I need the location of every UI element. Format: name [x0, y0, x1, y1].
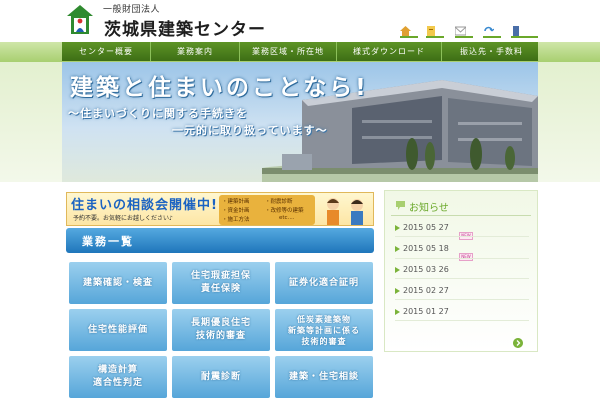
banner-topic: ・建築計画 — [222, 199, 250, 205]
org-type-label: 一般財団法人 — [103, 5, 161, 15]
consultation-banner[interactable]: 住まいの相談会開催中! 予約不要。お気軽にお越しください♪ ・建築計画 ・耐震診… — [66, 192, 374, 226]
news-date: 2015 02 27 — [403, 286, 449, 295]
banner-topic: ・資金計画 — [222, 208, 250, 214]
document-underline — [511, 36, 538, 38]
sitemap-icon[interactable] — [483, 26, 494, 36]
service-long-life-housing[interactable]: 長期優良住宅 技術的審査 — [172, 309, 270, 351]
info-underline — [426, 36, 444, 38]
hero-image: 建築と住まいのことなら! ～住まいづくりに関する手続きを 一元的に取り扱っていま… — [62, 62, 538, 182]
service-housing-performance[interactable]: 住宅性能評価 — [69, 309, 167, 351]
news-item[interactable]: 2015 02 27 — [395, 286, 449, 295]
hero-tagline-1: ～住まいづくりに関する手続きを — [68, 107, 248, 120]
nav-item-form-download[interactable]: 様式ダウンロード — [337, 42, 442, 61]
service-building-confirmation[interactable]: 建築確認・検査 — [69, 262, 167, 304]
hero-tagline-2: 一元的に取り扱っています～ — [172, 124, 328, 137]
nav-item-services[interactable]: 業務案内 — [151, 42, 240, 61]
news-separator — [395, 299, 529, 300]
service-structural-calculation[interactable]: 構造計算 適合性判定 — [69, 356, 167, 398]
bullet-icon — [395, 224, 400, 231]
news-separator — [395, 278, 529, 279]
hero-headline: 建築と住まいのことなら! — [70, 75, 369, 101]
org-name[interactable]: 茨城県建築センター — [104, 15, 266, 40]
bullet-icon — [395, 266, 400, 273]
news-item[interactable]: 2015 03 26 — [395, 265, 449, 274]
main-nav: センター概要 業務案内 業務区域・所在地 様式ダウンロード 振込先・手数料 — [62, 42, 538, 61]
nav-item-payment-fees[interactable]: 振込先・手数料 — [442, 42, 541, 61]
news-separator — [395, 236, 529, 237]
news-divider — [391, 215, 531, 216]
consultants-illustration — [327, 198, 363, 225]
banner-topic: etc.... — [279, 215, 295, 221]
news-date: 2015 01 27 — [403, 307, 449, 316]
banner-subtitle: 予約不要。お気軽にお越しください♪ — [73, 215, 173, 222]
banner-topic: ・耐震診断 — [265, 199, 293, 205]
news-title: お知らせ — [409, 203, 449, 214]
home-underline — [400, 36, 418, 38]
banner-topic: ・施工方法 — [222, 217, 250, 223]
hero-side-right — [538, 62, 600, 182]
news-separator — [395, 258, 529, 259]
mail-underline — [455, 36, 473, 38]
news-date: 2015 03 26 — [403, 265, 449, 274]
document-icon[interactable] — [511, 26, 522, 36]
service-seismic-diagnosis[interactable]: 耐震診断 — [172, 356, 270, 398]
banner-topics: ・建築計画 ・耐震診断 ・資金計画 ・改修等の建築 ・施工方法 etc.... — [219, 195, 315, 225]
service-low-carbon-building[interactable]: 低炭素建築物 新築等計画に係る 技術的審査 — [275, 309, 373, 351]
news-date: 2015 05 27 — [403, 223, 449, 232]
news-item[interactable]: 2015 05 27 — [395, 223, 449, 232]
news-item[interactable]: 2015 05 18 — [395, 244, 449, 253]
services-header: 業務一覧 — [66, 228, 374, 253]
logo-icon[interactable] — [66, 4, 94, 36]
bullet-icon — [395, 308, 400, 315]
new-badge: NEW — [459, 253, 473, 261]
utility-links — [400, 26, 540, 40]
more-arrow-icon[interactable] — [513, 338, 523, 348]
news-date: 2015 05 18 — [403, 244, 449, 253]
speech-bubble-icon — [396, 201, 405, 210]
bullet-icon — [395, 245, 400, 252]
info-icon[interactable] — [426, 26, 437, 36]
banner-topic: ・改修等の建築 — [265, 208, 304, 214]
hero-side-left — [0, 62, 62, 182]
services-title: 業務一覧 — [82, 235, 134, 248]
nav-item-center-overview[interactable]: センター概要 — [62, 42, 151, 61]
news-item[interactable]: 2015 01 27 — [395, 307, 449, 316]
home-icon[interactable] — [400, 26, 411, 36]
service-securitization-certificate[interactable]: 証券化適合証明 — [275, 262, 373, 304]
mail-icon[interactable] — [455, 26, 466, 36]
nav-item-area-location[interactable]: 業務区域・所在地 — [240, 42, 337, 61]
news-panel: お知らせ 2015 05 27 NEW 2015 05 18 NEW 2015 … — [384, 190, 538, 352]
banner-title: 住まいの相談会開催中! — [71, 198, 218, 213]
bullet-icon — [395, 287, 400, 294]
service-housing-consultation[interactable]: 建築・住宅相談 — [275, 356, 373, 398]
sitemap-underline — [483, 36, 501, 38]
service-defect-insurance[interactable]: 住宅瑕疵担保 責任保険 — [172, 262, 270, 304]
news-separator — [395, 320, 529, 321]
